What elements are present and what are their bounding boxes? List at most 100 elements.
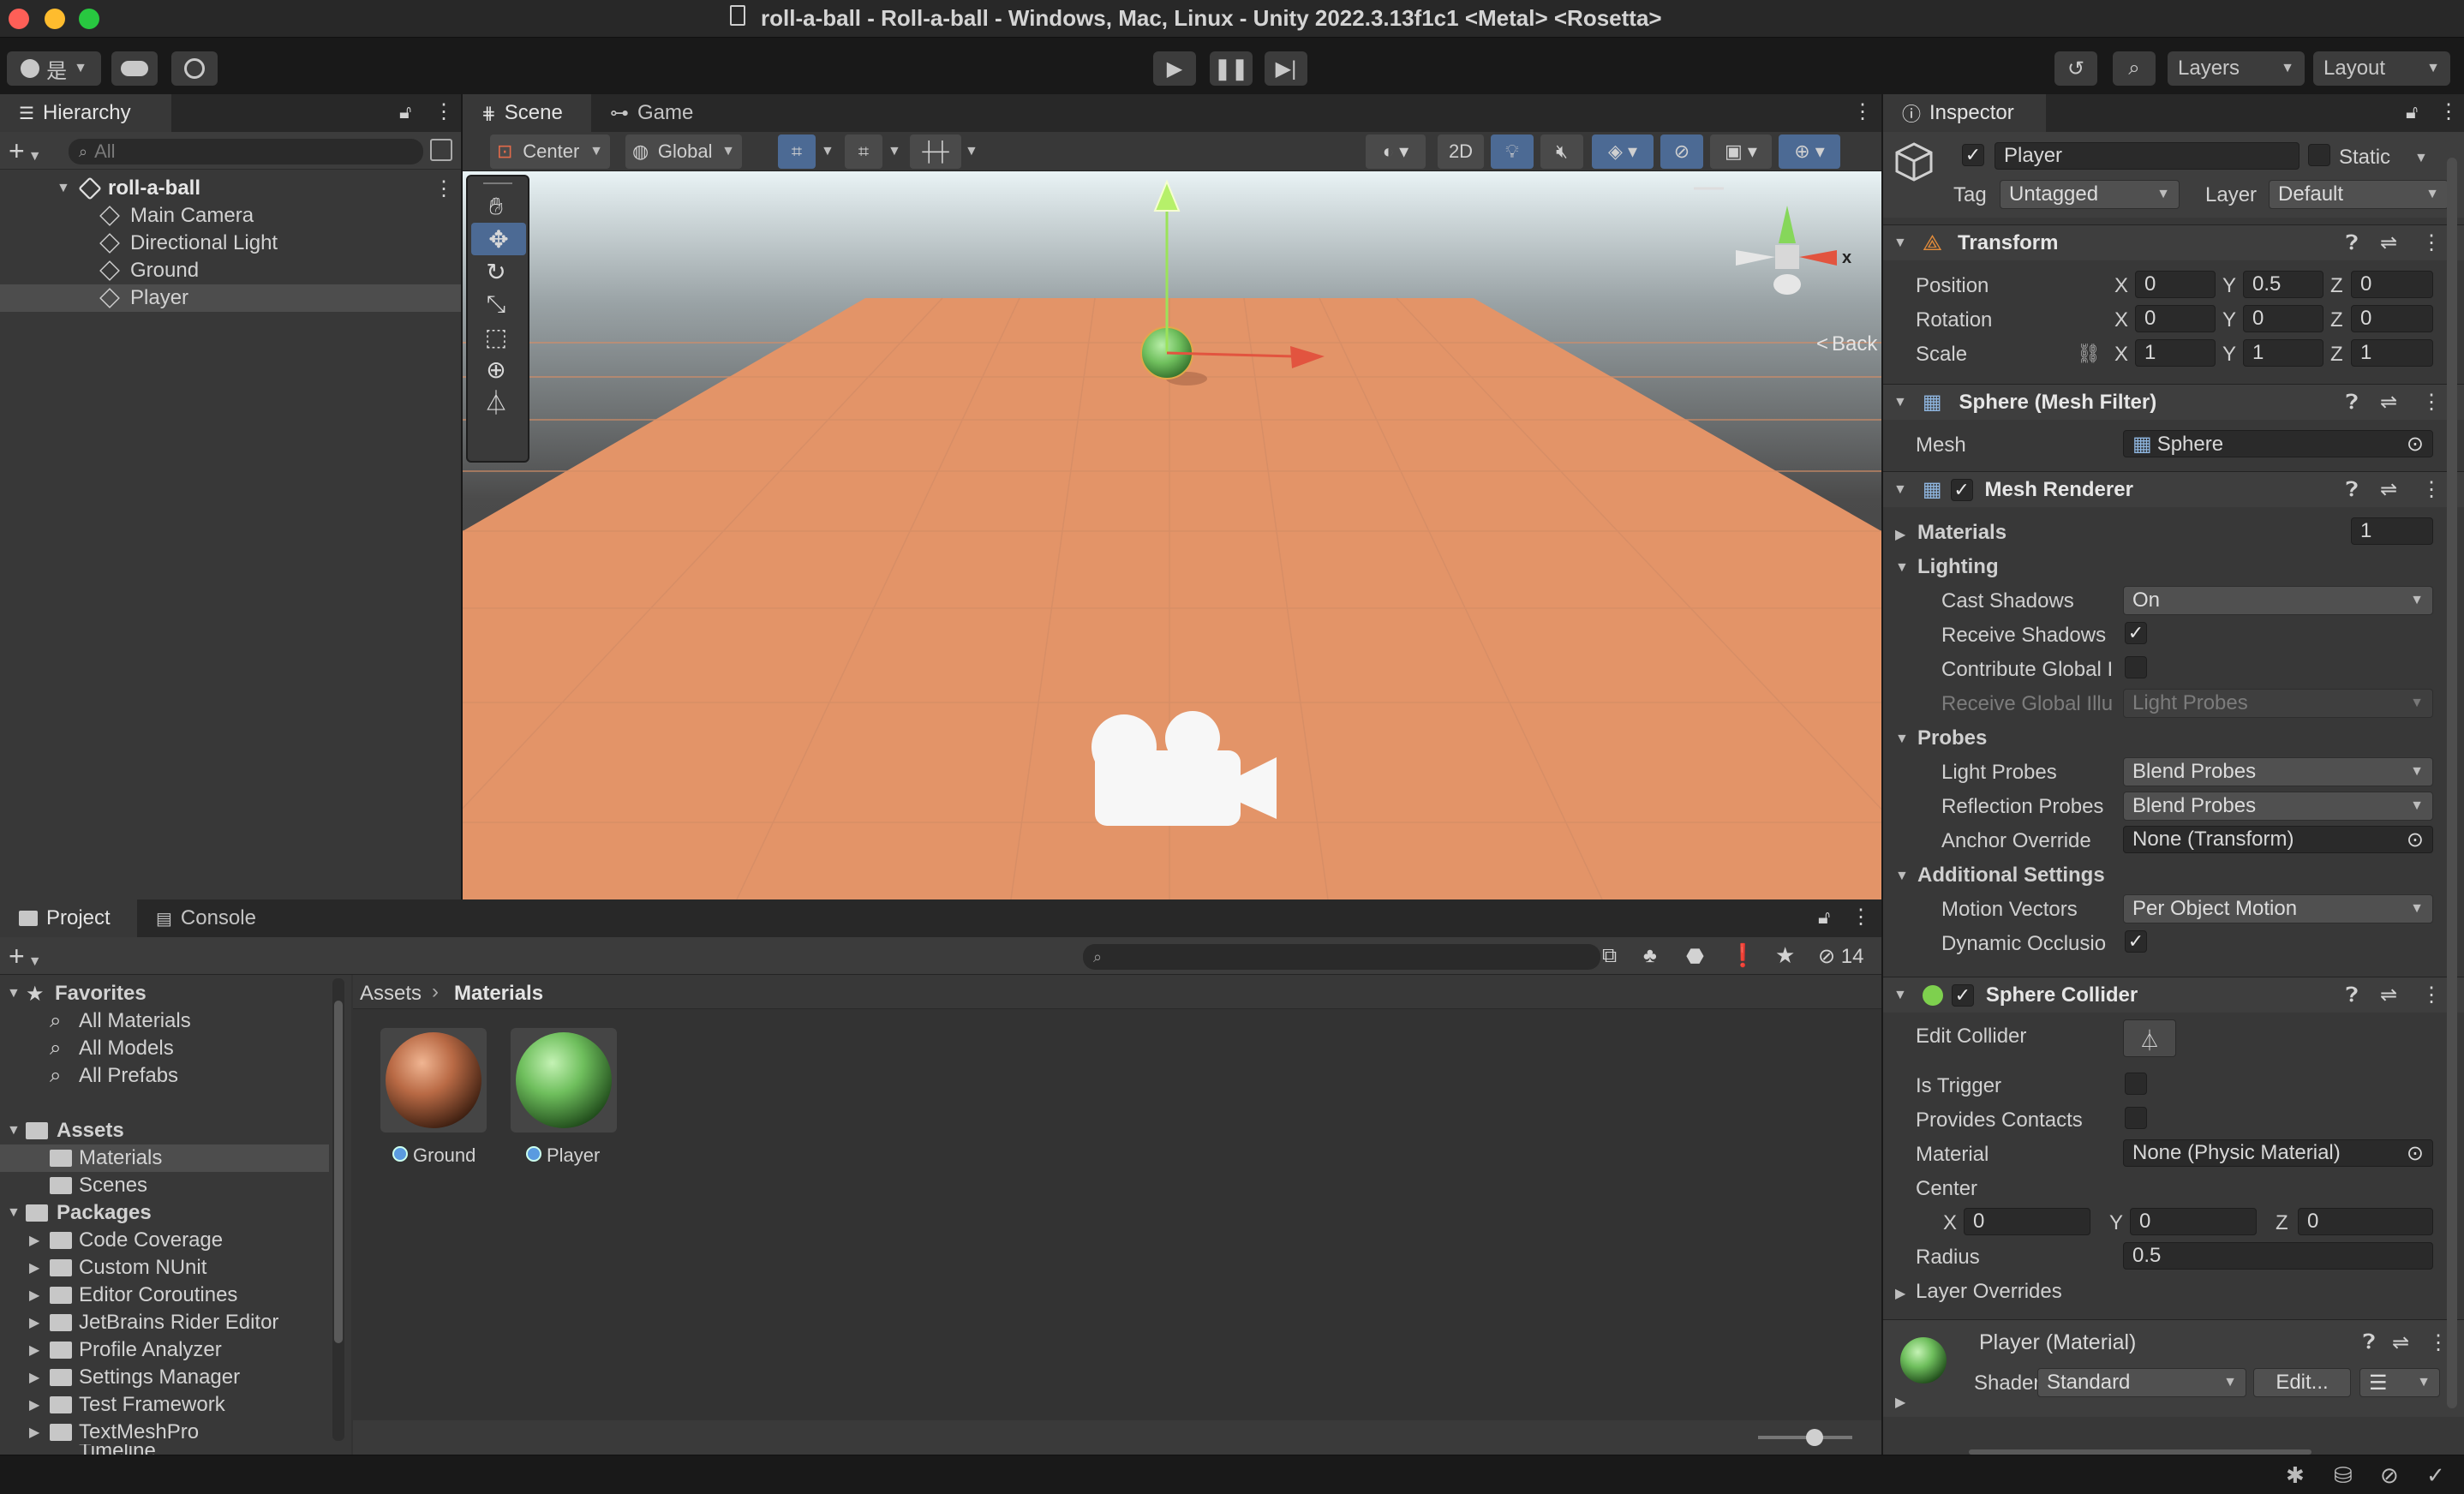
zoom-slider-thumb[interactable]	[1806, 1429, 1823, 1446]
list-item[interactable]: ▶ Editor Coroutines	[0, 1282, 351, 1309]
tab-project[interactable]: Project	[0, 899, 137, 937]
auto-generate-icon[interactable]: ⊘	[2380, 1462, 2399, 1489]
shading-mode-dropdown[interactable]: ◐ ▾	[1366, 134, 1426, 169]
lighting-toggle[interactable]: 💡︎	[1491, 134, 1534, 169]
tab-console[interactable]: ▤ Console	[137, 899, 275, 937]
tab-game[interactable]: ⊶ Game	[591, 94, 712, 132]
hidden-packages-toggle[interactable]: ⊘ 14	[1818, 944, 1863, 969]
scene-root-row[interactable]: ▼ roll-a-ball ⋮	[0, 175, 461, 202]
lock-icon[interactable]: 🔓︎	[2406, 101, 2418, 123]
static-checkbox[interactable]	[2308, 144, 2330, 166]
layer-overrides-label[interactable]: Layer Overrides	[1916, 1280, 2062, 1304]
position-x-field[interactable]: 0	[2135, 271, 2216, 298]
active-checkbox[interactable]: ✓	[1962, 144, 1984, 166]
chevron-down-icon[interactable]: ▼	[2414, 151, 2428, 166]
is-trigger-checkbox[interactable]	[2125, 1073, 2147, 1095]
edit-collider-button[interactable]: ⏃	[2123, 1019, 2176, 1057]
pause-button[interactable]: ❚❚	[1210, 51, 1253, 86]
close-window-button[interactable]	[9, 9, 29, 29]
presets-icon[interactable]: ⇌	[2380, 390, 2397, 415]
center-z-field[interactable]: 0	[2298, 1208, 2433, 1235]
more-options-icon[interactable]: ⋮	[2421, 390, 2442, 415]
chevron-right-icon[interactable]: ▶	[1895, 526, 1905, 543]
scale-x-field[interactable]: 1	[2135, 339, 2216, 367]
inspector-scrollbar[interactable]	[2447, 146, 2461, 1448]
probes-label[interactable]: Probes	[1917, 726, 1987, 750]
breadcrumb-materials[interactable]: Materials	[454, 982, 543, 1006]
packages-header[interactable]: ▼ Packages	[0, 1199, 351, 1227]
services-button[interactable]	[171, 51, 218, 86]
chevron-down-icon[interactable]: ▼	[1895, 869, 1909, 884]
material-thumbnail-player[interactable]	[511, 1028, 617, 1132]
constrain-proportions-icon[interactable]: ⛓︎	[2077, 343, 2101, 365]
mesh-field[interactable]: ▦ Sphere ⊙	[2123, 430, 2433, 457]
layer-dropdown[interactable]: Default ▼	[2269, 180, 2449, 209]
help-icon[interactable]: ❓︎	[2363, 1330, 2375, 1354]
tree-scrollbar[interactable]	[332, 978, 344, 1441]
component-enabled-checkbox[interactable]: ✓	[1950, 478, 1973, 501]
list-item[interactable]: ▶ JetBrains Rider Editor	[0, 1309, 351, 1336]
object-name-field[interactable]: Player	[1995, 142, 2300, 170]
layout-dropdown[interactable]: Layout ▼	[2313, 51, 2450, 86]
presets-icon[interactable]: ⇌	[2380, 477, 2397, 502]
scale-tool-icon[interactable]: ⤡	[468, 288, 524, 320]
history-button[interactable]: ↺	[2054, 51, 2097, 86]
cast-shadows-dropdown[interactable]: On ▼	[2123, 586, 2433, 615]
transform-header[interactable]: ▼ ⟁ Transform ❓︎ ⇌ ⋮	[1883, 224, 2464, 260]
log-types-icon[interactable]: ❗	[1729, 942, 1756, 969]
materials-count-field[interactable]: 1	[2351, 517, 2433, 545]
progress-check-icon[interactable]: ✓	[2426, 1462, 2445, 1489]
more-options-icon[interactable]: ⋮	[1851, 905, 1871, 929]
list-item[interactable]: ⌕ All Models	[0, 1035, 351, 1062]
help-icon[interactable]: ❓︎	[2346, 391, 2358, 415]
collider-material-field[interactable]: None (Physic Material) ⊙	[2123, 1139, 2433, 1167]
anchor-override-field[interactable]: None (Transform) ⊙	[2123, 826, 2433, 853]
favorite-star-icon[interactable]: ★	[1775, 942, 1795, 969]
tree-scrollbar-thumb[interactable]	[334, 1001, 343, 1343]
tab-hierarchy[interactable]: ☰ Hierarchy	[0, 94, 171, 132]
component-enabled-checkbox[interactable]: ✓	[1951, 983, 1974, 1007]
list-item[interactable]: ▶ Custom NUnit	[0, 1254, 351, 1282]
material-label-ground[interactable]: Ground	[392, 1144, 475, 1167]
presets-icon[interactable]: ⇌	[2380, 230, 2397, 255]
cloud-button[interactable]	[111, 51, 158, 86]
filter-by-type-icon[interactable]: ♣	[1643, 944, 1657, 968]
object-picker-icon[interactable]: ⊙	[2407, 828, 2424, 852]
more-options-icon[interactable]: ⋮	[2438, 99, 2459, 124]
add-object-button[interactable]: + ▼	[9, 135, 42, 167]
chevron-down-icon[interactable]: ▼	[821, 144, 834, 159]
tab-inspector[interactable]: ⓘ Inspector	[1883, 94, 2046, 132]
chevron-down-icon[interactable]: ▼	[965, 144, 978, 159]
pivot-dropdown[interactable]: ⊡ Center ▼	[490, 134, 610, 169]
mode-2d-button[interactable]: 2D	[1438, 134, 1484, 169]
list-item[interactable]: Main Camera	[0, 202, 461, 230]
list-item[interactable]: ▶ Code Coverage	[0, 1227, 351, 1254]
more-options-icon[interactable]: ⋮	[2428, 1330, 2449, 1355]
help-icon[interactable]: ❓︎	[2346, 231, 2358, 255]
step-button[interactable]: ▶|	[1265, 51, 1307, 86]
search-scene-icon[interactable]	[430, 139, 452, 161]
tag-dropdown[interactable]: Untagged ▼	[2000, 180, 2180, 209]
increment-snap-button[interactable]: ⌗	[845, 134, 882, 169]
effects-dropdown[interactable]: ◈ ▾	[1592, 134, 1654, 169]
rotation-y-field[interactable]: 0	[2243, 305, 2323, 332]
receive-shadows-checkbox[interactable]: ✓	[2125, 622, 2147, 644]
favorites-header[interactable]: ▼ ★ Favorites	[0, 980, 351, 1007]
more-options-icon[interactable]: ⋮	[1852, 99, 1873, 124]
grid-snap-button[interactable]: ⌗	[778, 134, 816, 169]
minimize-window-button[interactable]	[45, 9, 65, 29]
mesh-renderer-header[interactable]: ▼ ▦ ✓ Mesh Renderer ❓︎ ⇌ ⋮	[1883, 471, 2464, 507]
center-x-field[interactable]: 0	[1964, 1208, 2090, 1235]
cache-icon[interactable]: ⛁	[2334, 1462, 2353, 1489]
help-icon[interactable]: ❓︎	[2346, 478, 2358, 502]
lighting-label[interactable]: Lighting	[1917, 555, 1999, 579]
list-item[interactable]: Scenes	[0, 1172, 351, 1199]
shader-options-dropdown[interactable]: ☰ ▼	[2359, 1368, 2440, 1397]
position-z-field[interactable]: 0	[2351, 271, 2433, 298]
rect-tool-icon[interactable]: ⬚	[468, 320, 524, 353]
chevron-down-icon[interactable]: ▼	[1895, 560, 1909, 576]
play-button[interactable]: ▶	[1153, 51, 1196, 86]
scene-viewport[interactable]: x < Back ✋︎ ✥ ↻ ⤡ ⬚ ⊕ ⏃	[463, 171, 1881, 899]
audio-toggle[interactable]: 🔇︎	[1540, 134, 1583, 169]
material-label-player[interactable]: Player	[526, 1144, 600, 1167]
